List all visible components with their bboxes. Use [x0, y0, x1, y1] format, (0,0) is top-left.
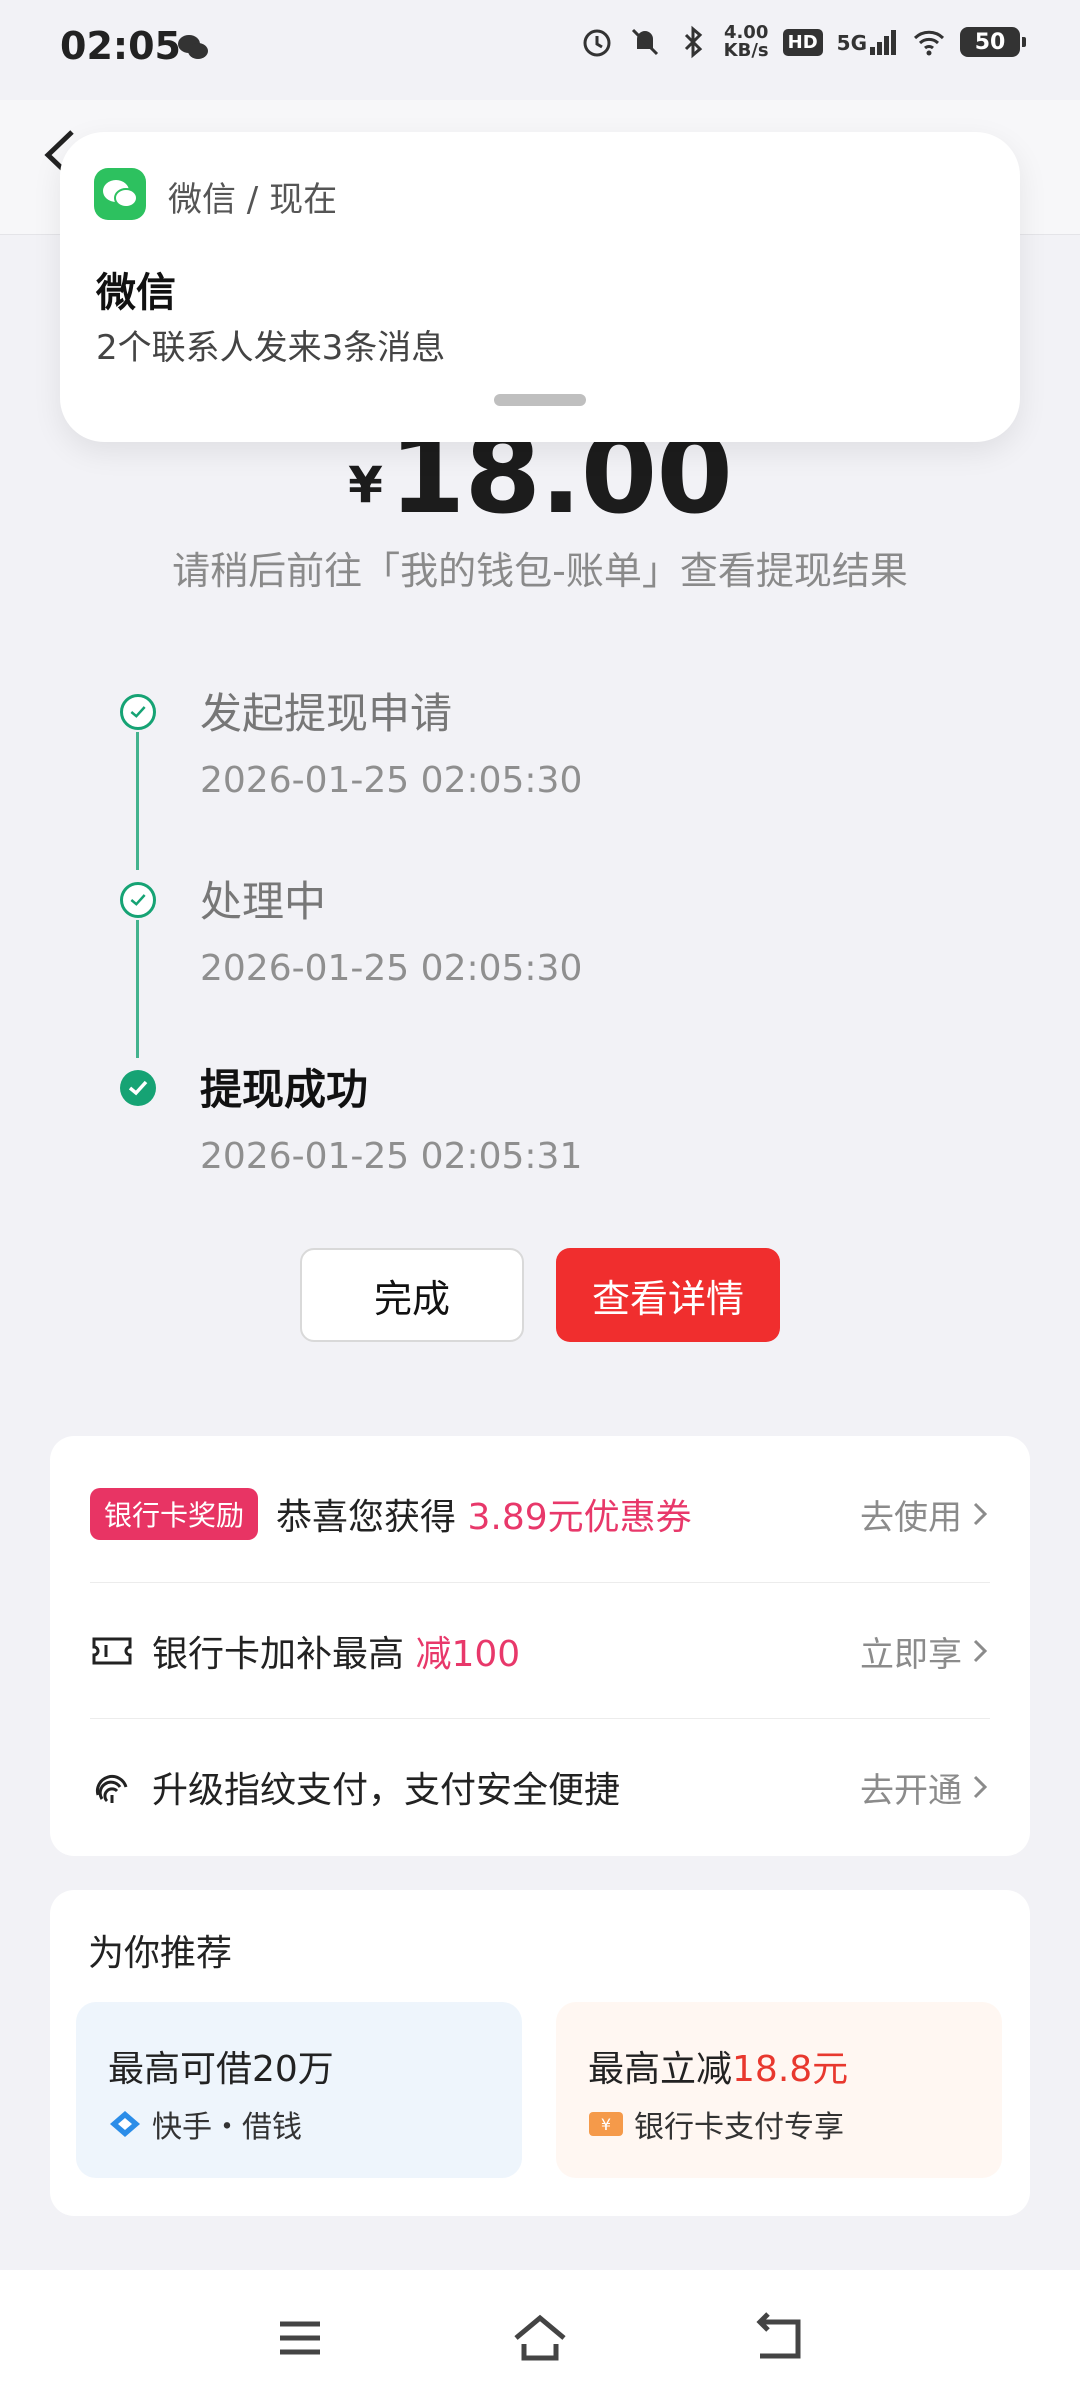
signal-icon [870, 30, 896, 55]
mute-icon [631, 28, 658, 56]
fingerprint-pay-text: 升级指纹支付，支付安全便捷 [152, 1770, 621, 1811]
bank-card-bonus-text: 银行卡加补最高 减100 [152, 1625, 520, 1677]
bank-card-bonus-row[interactable]: 银行卡加补最高 减100 立即享 [90, 1582, 990, 1719]
status-bar: 02:05 4.00 KB/s HD 5G 50 [0, 0, 1080, 100]
currency-symbol: ¥ [348, 456, 383, 514]
chevron-right-icon [973, 1775, 988, 1799]
check-icon [120, 694, 156, 730]
check-filled-icon [120, 1070, 156, 1106]
timeline-step-time: 2026-01-25 02:05:31 [200, 1136, 583, 1177]
discount-condition-label: 银行卡支付专享 [634, 2110, 844, 2145]
use-coupon-label: 去使用 [860, 1497, 962, 1538]
svg-text:¥: ¥ [601, 2115, 611, 2134]
timeline-step-title: 处理中 [200, 877, 327, 926]
enjoy-now-link[interactable]: 立即享 [860, 1627, 990, 1676]
bluetooth-icon [684, 25, 702, 59]
bank-card-bonus-amount: 减100 [415, 1634, 521, 1675]
check-icon [120, 882, 156, 918]
use-coupon-link[interactable]: 去使用 [860, 1490, 990, 1539]
ticket-icon [92, 1637, 132, 1665]
hd-badge: HD [782, 28, 823, 56]
timeline-connector [136, 732, 139, 870]
chevron-right-icon [973, 1639, 988, 1663]
discount-prefix: 最高立减 [588, 2049, 733, 2090]
done-button[interactable]: 完成 [300, 1248, 524, 1342]
wifi-icon [913, 30, 945, 56]
status-time: 02:05 [60, 24, 181, 68]
back-nav-icon[interactable] [752, 2310, 808, 2366]
timeline-step-time: 2026-01-25 02:05:30 [200, 948, 583, 989]
network-speed-unit: KB/s [723, 40, 769, 61]
timeline-connector [136, 920, 139, 1058]
menu-icon[interactable] [272, 2310, 328, 2366]
notification-title: 微信 [96, 270, 176, 316]
bank-card-reward-badge: 银行卡奖励 [90, 1488, 259, 1540]
loan-provider-label: 快手・借钱 [152, 2110, 302, 2145]
wechat-notification[interactable]: 微信 / 现在 微信 2个联系人发来3条消息 [60, 132, 1020, 442]
timeline-step: 处理中 2026-01-25 02:05:30 [120, 868, 920, 1058]
discount-recommendation-sub: ¥ 银行卡支付专享 [588, 2102, 844, 2146]
loan-recommendation-sub: 快手・借钱 [108, 2102, 302, 2146]
loan-recommendation[interactable]: 最高可借20万 快手・借钱 [76, 2002, 522, 2178]
discount-recommendation[interactable]: 最高立减18.8元 ¥ 银行卡支付专享 [556, 2002, 1002, 2178]
enable-fingerprint-link[interactable]: 去开通 [860, 1763, 990, 1812]
timeline-step: 发起提现申请 2026-01-25 02:05:30 [120, 680, 920, 870]
coupon-amount: 3.89元优惠券 [467, 1497, 692, 1538]
loan-recommendation-title: 最高可借20万 [108, 2049, 334, 2090]
network-type-label: 5G [836, 31, 867, 55]
wechat-app-icon [94, 168, 146, 220]
notification-body: 2个联系人发来3条消息 [96, 328, 446, 368]
result-hint: 请稍后前往「我的钱包-账单」查看提现结果 [172, 549, 908, 593]
alarm-icon [583, 29, 611, 57]
fingerprint-icon [95, 1774, 128, 1803]
withdraw-timeline: 发起提现申请 2026-01-25 02:05:30 处理中 2026-01-2… [120, 680, 920, 1244]
wechat-status-icon [178, 35, 208, 59]
discount-recommendation-title: 最高立减18.8元 [588, 2040, 848, 2092]
timeline-step-title: 提现成功 [200, 1065, 369, 1114]
discount-amount: 18.8元 [732, 2049, 849, 2090]
rewards-card: 银行卡奖励 恭喜您获得 3.89元优惠券 去使用 银行卡加补最高 减100 立即… [50, 1436, 1030, 1856]
coupon-icon: ¥ [589, 2112, 623, 2136]
network-speed: 4.00 KB/s [724, 24, 769, 60]
enable-fingerprint-label: 去开通 [860, 1770, 962, 1811]
coupon-reward-row[interactable]: 银行卡奖励 恭喜您获得 3.89元优惠券 去使用 [90, 1446, 990, 1582]
bank-card-bonus-label: 银行卡加补最高 [152, 1634, 416, 1675]
fingerprint-pay-row[interactable]: 升级指纹支付，支付安全便捷 去开通 [90, 1718, 990, 1855]
notification-drag-handle[interactable] [494, 394, 586, 406]
recommend-title: 为你推荐 [88, 1933, 233, 1974]
view-details-button[interactable]: 查看详情 [556, 1248, 780, 1342]
battery-indicator: 50 [960, 27, 1026, 57]
system-nav-bar [0, 2270, 1080, 2400]
network-type: 5G [837, 29, 898, 55]
enjoy-now-label: 立即享 [860, 1634, 962, 1675]
timeline-step-title: 发起提现申请 [200, 689, 453, 738]
timeline-step-time: 2026-01-25 02:05:30 [200, 760, 583, 801]
diamond-icon [110, 2111, 140, 2137]
coupon-reward-text: 恭喜您获得 3.89元优惠券 [276, 1488, 692, 1540]
chevron-right-icon [973, 1502, 988, 1526]
home-icon[interactable] [512, 2310, 568, 2366]
recommend-card: 为你推荐 最高可借20万 快手・借钱 最高立减18.8元 ¥ 银行卡支付专享 [50, 1890, 1030, 2216]
notification-app-line: 微信 / 现在 [168, 180, 338, 220]
coupon-reward-label: 恭喜您获得 [276, 1497, 468, 1538]
timeline-step: 提现成功 2026-01-25 02:05:31 [120, 1056, 920, 1244]
status-icons: 4.00 KB/s HD 5G 50 [580, 24, 1026, 60]
